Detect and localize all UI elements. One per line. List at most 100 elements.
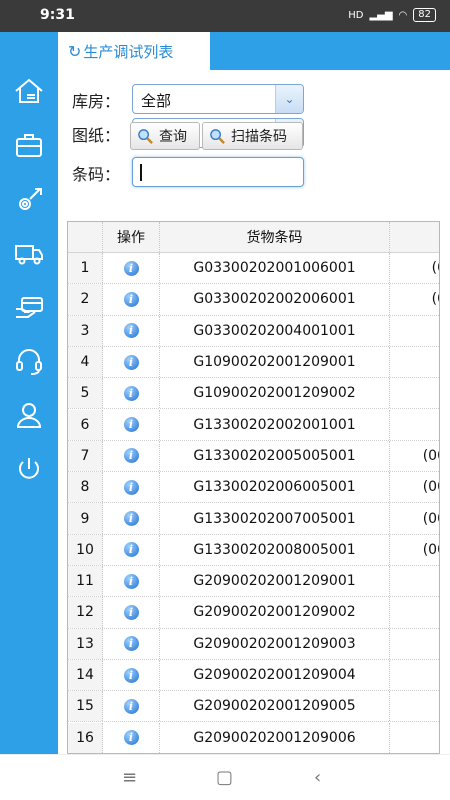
query-button-label: 查询 xyxy=(159,129,187,145)
table-row[interactable]: 15 i G20900202001209005 xyxy=(68,691,439,723)
row-extra xyxy=(390,316,439,346)
cell-signal-icon: ▂▄▆ xyxy=(369,9,393,21)
info-icon[interactable]: i xyxy=(123,667,139,683)
row-barcode: G20900202001209006 xyxy=(160,722,390,753)
table-row[interactable]: 7 i G13300202005005001 (00 xyxy=(68,440,439,473)
row-barcode: G20900202001209004 xyxy=(160,659,390,691)
row-extra xyxy=(390,378,439,408)
sidebar-item-support[interactable] xyxy=(0,336,58,386)
info-icon[interactable]: i xyxy=(123,698,139,714)
row-number: 13 xyxy=(68,628,103,659)
tab-production-debug-list[interactable]: ↻ 生产调试列表 xyxy=(58,32,210,70)
info-icon[interactable]: i xyxy=(123,448,139,464)
row-number: 3 xyxy=(68,315,103,346)
search-icon xyxy=(210,128,225,144)
row-extra: (00 xyxy=(422,510,439,527)
row-number: 8 xyxy=(68,472,103,503)
table-row[interactable]: 8 i G13300202006005001 (00 xyxy=(68,472,439,504)
table-row[interactable]: 12 i G20900202001209002 xyxy=(68,597,439,629)
info-icon[interactable]: i xyxy=(123,260,139,276)
info-icon[interactable]: i xyxy=(123,730,139,746)
row-number: 15 xyxy=(68,691,103,722)
info-icon[interactable]: i xyxy=(123,417,139,433)
info-icon[interactable]: i xyxy=(123,604,139,620)
row-action-cell: i xyxy=(103,346,160,378)
row-extra: (0 xyxy=(431,291,439,308)
info-icon[interactable]: i xyxy=(123,385,139,401)
sidebar-item-settings[interactable] xyxy=(0,174,58,224)
menu-icon[interactable]: ≡ xyxy=(122,767,137,788)
row-extra: (00 xyxy=(422,541,439,558)
row-action-cell: i xyxy=(103,409,160,440)
info-icon[interactable]: i xyxy=(123,479,139,495)
row-extra xyxy=(390,629,439,659)
row-barcode: G13300202007005001 xyxy=(160,503,390,534)
row-number: 9 xyxy=(68,503,103,534)
row-action-cell: i xyxy=(103,472,160,503)
sidebar-item-logout[interactable] xyxy=(0,444,58,494)
row-action-cell: i xyxy=(103,597,160,628)
sidebar-item-home[interactable] xyxy=(0,66,58,116)
row-extra xyxy=(390,347,439,377)
info-icon[interactable]: i xyxy=(123,291,139,307)
sidebar-item-briefcase[interactable] xyxy=(0,120,58,170)
info-icon[interactable]: i xyxy=(123,573,139,589)
barcode-row: 条码： xyxy=(58,157,450,187)
table-row[interactable]: 1 i G03300202001006001 (0 xyxy=(68,253,439,285)
table-row[interactable]: 9 i G13300202007005001 (00 xyxy=(68,503,439,535)
row-action-cell: i xyxy=(103,534,160,565)
query-button[interactable]: 查询 xyxy=(130,122,200,150)
row-number: 4 xyxy=(68,346,103,378)
info-icon[interactable]: i xyxy=(123,636,139,652)
table-row[interactable]: 5 i G10900202001209002 xyxy=(68,378,439,410)
row-barcode: G13300202005005001 xyxy=(160,440,390,472)
signal-icon: HD xyxy=(348,9,364,21)
table-row[interactable]: 11 i G20900202001209001 xyxy=(68,566,439,598)
scan-barcode-button[interactable]: 扫描条码 xyxy=(202,122,303,150)
warehouse-label: 库房： xyxy=(72,92,121,111)
barcode-input[interactable] xyxy=(132,157,304,187)
table-row[interactable]: 4 i G10900202001209001 xyxy=(68,346,439,379)
sidebar-item-profile[interactable] xyxy=(0,390,58,440)
scan-button-label: 扫描条码 xyxy=(231,129,287,145)
table-row[interactable]: 14 i G20900202001209004 xyxy=(68,659,439,692)
back-icon[interactable]: ‹ xyxy=(314,767,321,788)
row-barcode: G13300202006005001 xyxy=(160,472,390,503)
warehouse-value: 全部 xyxy=(141,92,172,110)
user-icon xyxy=(16,403,42,428)
header-action[interactable]: 操作 xyxy=(103,222,160,252)
info-icon[interactable]: i xyxy=(123,323,139,339)
wifi-icon: ◠ xyxy=(398,9,408,21)
header-extra[interactable] xyxy=(390,222,439,252)
row-action-cell: i xyxy=(103,253,160,284)
header-barcode[interactable]: 货物条码 xyxy=(160,222,390,252)
info-icon[interactable]: i xyxy=(123,542,139,558)
headset-icon xyxy=(16,349,42,375)
info-icon[interactable]: i xyxy=(123,511,139,527)
table-row[interactable]: 3 i G03300202004001001 xyxy=(68,315,439,347)
row-barcode: G20900202001209001 xyxy=(160,566,390,597)
sidebar-item-delivery[interactable] xyxy=(0,228,58,278)
header-rownum xyxy=(68,222,103,252)
home-square-icon[interactable]: ▢ xyxy=(216,767,233,788)
table-row[interactable]: 13 i G20900202001209003 xyxy=(68,628,439,660)
row-extra xyxy=(390,691,439,721)
sidebar xyxy=(0,32,58,754)
refresh-icon[interactable]: ↻ xyxy=(68,42,81,61)
table-row[interactable]: 2 i G03300202002006001 (0 xyxy=(68,284,439,316)
warehouse-select[interactable]: 全部 ⌄ xyxy=(132,84,304,114)
chevron-down-icon[interactable]: ⌄ xyxy=(275,85,303,113)
sidebar-item-payment[interactable] xyxy=(0,282,58,332)
row-extra xyxy=(390,566,439,596)
info-icon[interactable]: i xyxy=(123,354,139,370)
row-barcode: G20900202001209003 xyxy=(160,628,390,659)
table-row[interactable]: 6 i G13300202002001001 xyxy=(68,409,439,441)
table-row[interactable]: 16 i G20900202001209006 xyxy=(68,722,439,753)
table-row[interactable]: 10 i G13300202008005001 (00 xyxy=(68,534,439,566)
data-grid: 操作 货物条码 1 i G03300202001006001 (0 2 i G0330020… xyxy=(67,221,440,754)
row-number: 7 xyxy=(68,440,103,472)
row-extra: (0 xyxy=(431,260,439,277)
status-time: 9:31 xyxy=(40,7,75,23)
warehouse-row: 库房： 全部 ⌄ xyxy=(58,84,450,114)
row-number: 14 xyxy=(68,659,103,691)
